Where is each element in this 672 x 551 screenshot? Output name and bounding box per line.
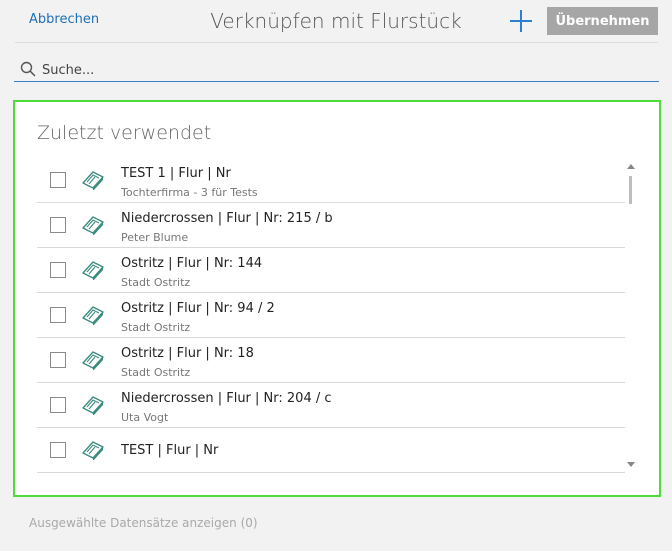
item-checkbox[interactable] bbox=[50, 172, 66, 188]
parcel-icon bbox=[81, 305, 105, 326]
section-title: Zuletzt verwendet bbox=[37, 122, 212, 144]
recent-panel: Zuletzt verwendet TEST 1 | Flur | Nr Toch… bbox=[13, 100, 661, 497]
item-checkbox[interactable] bbox=[50, 352, 66, 368]
item-subtitle: Tochterfirma - 3 für Tests bbox=[121, 186, 258, 199]
item-subtitle: Stadt Ostritz bbox=[121, 366, 191, 379]
item-checkbox[interactable] bbox=[50, 217, 66, 233]
list-item[interactable]: Niedercrossen | Flur | Nr: 215 / b Peter … bbox=[37, 203, 625, 248]
list-item[interactable]: Ostritz | Flur | Nr: 144 Stadt Ostritz bbox=[37, 248, 625, 293]
item-title: Niedercrossen | Flur | Nr: 204 / c bbox=[121, 391, 332, 406]
list-item[interactable]: Ostritz | Flur | Nr: 18 Stadt Ostritz bbox=[37, 338, 625, 383]
search-input[interactable] bbox=[40, 59, 644, 81]
accept-button[interactable]: Übernehmen bbox=[547, 7, 658, 35]
header-divider bbox=[15, 42, 658, 43]
show-selected-link[interactable]: Ausgewählte Datensätze anzeigen (0) bbox=[29, 516, 258, 530]
list-item[interactable]: Niedercrossen | Flur | Nr: 204 / c Uta Vo… bbox=[37, 383, 625, 428]
item-checkbox[interactable] bbox=[50, 307, 66, 323]
item-title: Ostritz | Flur | Nr: 94 / 2 bbox=[121, 301, 275, 316]
plus-icon[interactable] bbox=[509, 9, 533, 33]
header-bar: Abbrechen Verknüpfen mit Flurstück Übern… bbox=[0, 0, 672, 44]
item-subtitle: Uta Vogt bbox=[121, 411, 169, 424]
list-item[interactable]: TEST 1 | Flur | Nr Tochterfirma - 3 für T… bbox=[37, 158, 625, 203]
parcel-icon bbox=[81, 215, 105, 236]
item-checkbox[interactable] bbox=[50, 262, 66, 278]
parcel-icon bbox=[81, 395, 105, 416]
item-title: Niedercrossen | Flur | Nr: 215 / b bbox=[121, 211, 333, 226]
item-title: TEST 1 | Flur | Nr bbox=[121, 166, 231, 181]
scrollbar-thumb[interactable] bbox=[629, 176, 632, 204]
list-item[interactable]: TEST | Flur | Nr bbox=[37, 428, 625, 473]
parcel-icon bbox=[81, 170, 105, 191]
scroll-down-arrow[interactable] bbox=[627, 462, 635, 467]
item-title: Ostritz | Flur | Nr: 18 bbox=[121, 346, 254, 361]
item-checkbox[interactable] bbox=[50, 442, 66, 458]
item-checkbox[interactable] bbox=[50, 397, 66, 413]
item-subtitle: Stadt Ostritz bbox=[121, 276, 191, 289]
scroll-up-arrow[interactable] bbox=[627, 164, 635, 169]
parcel-icon bbox=[81, 440, 105, 461]
list-item[interactable]: Ostritz | Flur | Nr: 94 / 2 Stadt Ostritz bbox=[37, 293, 625, 338]
parcel-icon bbox=[81, 260, 105, 281]
search-bar bbox=[14, 56, 659, 82]
search-icon bbox=[20, 61, 36, 77]
item-title: Ostritz | Flur | Nr: 144 bbox=[121, 256, 263, 271]
parcel-icon bbox=[81, 350, 105, 371]
item-subtitle: Peter Blume bbox=[121, 231, 189, 244]
item-subtitle: Stadt Ostritz bbox=[121, 321, 191, 334]
item-title: TEST | Flur | Nr bbox=[121, 443, 219, 458]
recent-list: TEST 1 | Flur | Nr Tochterfirma - 3 für T… bbox=[37, 158, 625, 473]
